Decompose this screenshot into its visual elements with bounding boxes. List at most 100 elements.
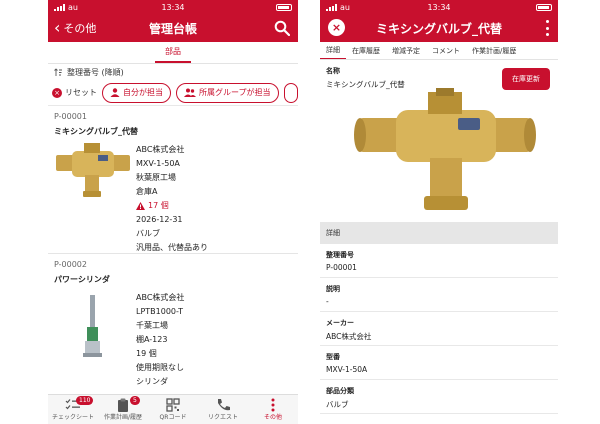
filter-chip-mine[interactable]: 自分が担当: [102, 82, 171, 103]
field-label: 説明: [326, 285, 340, 293]
tab-request[interactable]: リクエスト: [198, 395, 248, 424]
status-time: 13:34: [161, 2, 185, 12]
sort-control[interactable]: 整理番号 (降順): [48, 64, 298, 80]
field-label: 整理番号: [326, 251, 354, 259]
reset-label: リセット: [65, 88, 97, 97]
item-storage: 棚A-123: [136, 335, 168, 344]
tab-work-plan-history[interactable]: 作業計画/履歴: [466, 42, 522, 59]
chip-label: 自分が担当: [123, 88, 163, 97]
item-quantity: 17 個: [148, 201, 169, 210]
tab-badge: 5: [130, 396, 140, 405]
tab-label: チェックシート: [51, 414, 94, 421]
item-properties: ABC株式会社 MXV-1-50A 秋葉原工場 倉庫A 17 個 2026-12…: [136, 143, 208, 255]
field-label: メーカー: [326, 319, 354, 327]
item-properties: ABC株式会社 LPTB1000-T 千葉工場 棚A-123 19 個 使用期限…: [136, 291, 184, 389]
tab-planned-changes[interactable]: 増減予定: [386, 42, 426, 59]
valve-thumbnail: [54, 143, 136, 255]
chevron-left-icon: ‹: [54, 18, 61, 37]
item-model: LPTB1000-T: [136, 307, 184, 316]
battery-icon: [276, 4, 292, 11]
item-location: 千葉工場: [136, 321, 168, 330]
detail-field-model: 型番 MXV-1-50A: [320, 346, 558, 380]
more-vertical-icon: [271, 398, 275, 412]
tab-other[interactable]: その他: [248, 395, 298, 424]
field-label: 部品分類: [326, 387, 354, 395]
detail-field-number: 整理番号 P-00001: [320, 244, 558, 278]
phone-icon: [218, 399, 230, 411]
stock-update-button[interactable]: 在庫更新: [502, 68, 550, 90]
tab-badge: 110: [76, 396, 94, 405]
item-id: P-00001: [54, 112, 87, 121]
tab-work-plan[interactable]: 5 作業計画/履歴: [98, 395, 148, 424]
back-label: その他: [63, 22, 97, 35]
status-time: 13:34: [427, 2, 451, 12]
field-value: P-00001: [326, 263, 357, 272]
tab-qr-code[interactable]: QRコード: [148, 395, 198, 424]
tab-label: 作業計画/履歴: [103, 414, 143, 421]
item-note: 汎用品、代替品あり: [136, 243, 208, 252]
reset-button[interactable]: × リセット: [52, 87, 97, 98]
field-value: ABC株式会社: [326, 332, 372, 341]
chip-label: 所属グループが担当: [199, 88, 271, 97]
item-model: MXV-1-50A: [136, 159, 180, 168]
tab-checksheet[interactable]: 110 チェックシート: [48, 395, 98, 424]
detail-tabs: 詳細 在庫履歴 増減予定 コメント 作業計画/履歴: [320, 42, 558, 60]
status-bar: au 13:34: [320, 0, 558, 14]
tab-stock-history[interactable]: 在庫履歴: [346, 42, 386, 59]
nav-bar: ‹ その他 管理台帳: [48, 14, 298, 42]
name-block: 名称 ミキシングバルブ_代替 在庫更新: [320, 60, 558, 220]
tab-label: QRコード: [159, 414, 187, 421]
page-title: ミキシングバルブ_代替: [375, 21, 502, 36]
item-category: バルブ: [136, 229, 160, 238]
item-maker: ABC株式会社: [136, 145, 185, 154]
clipboard-icon: [118, 398, 128, 412]
item-storage: 倉庫A: [136, 187, 158, 196]
item-category: シリンダ: [136, 377, 168, 386]
group-icon: [184, 88, 196, 97]
tab-bar: 110 チェックシート 5 作業計画/履歴 QRコード リクエスト その他: [48, 394, 298, 424]
more-vertical-icon[interactable]: [544, 20, 550, 36]
item-quantity-warning: 17 個: [136, 199, 208, 213]
sort-label: 整理番号 (降順): [67, 67, 124, 77]
item-name: パワーシリンダ: [54, 275, 110, 284]
sort-icon: [54, 67, 62, 76]
nav-bar: × ミキシングバルブ_代替: [320, 14, 558, 42]
item-expiry: 2026-12-31: [136, 215, 183, 224]
tab-parts[interactable]: 部品: [155, 42, 191, 63]
item-expiry: 使用期限なし: [136, 363, 184, 372]
search-icon[interactable]: [274, 20, 290, 36]
item-maker: ABC株式会社: [136, 293, 185, 302]
tab-comments[interactable]: コメント: [426, 42, 466, 59]
qr-code-icon: [166, 398, 180, 412]
person-icon: [110, 88, 120, 97]
detail-field-description: 説明 -: [320, 278, 558, 312]
field-label: 型番: [326, 353, 340, 361]
item-location: 秋葉原工場: [136, 173, 176, 182]
field-value: -: [326, 297, 329, 306]
filter-chip-more[interactable]: [283, 82, 298, 103]
segment-control: 部品: [48, 42, 298, 64]
status-bar: au 13:34: [48, 0, 298, 14]
item-quantity: 19 個: [136, 349, 157, 358]
close-button[interactable]: ×: [328, 19, 345, 36]
filter-row: × リセット 自分が担当 所属グループが担当: [48, 80, 298, 106]
tab-details[interactable]: 詳細: [320, 42, 346, 59]
cylinder-thumbnail: [54, 291, 136, 389]
close-circle-icon: ×: [52, 87, 62, 98]
battery-icon: [536, 4, 552, 11]
warning-icon: [136, 202, 145, 210]
detail-field-category: 部品分類 バルブ: [320, 380, 558, 414]
item-id: P-00002: [54, 260, 87, 269]
field-value: バルブ: [326, 400, 349, 409]
filter-chip-group[interactable]: 所属グループが担当: [176, 82, 279, 103]
part-detail-screen: au 13:34 × ミキシングバルブ_代替 詳細 在庫履歴 増減予定 コメント…: [320, 0, 558, 424]
list-item[interactable]: P-00002 パワーシリンダ ABC株式会社 LPTB1000-T 千葉工場 …: [48, 254, 298, 386]
parts-list-screen: au 13:34 ‹ その他 管理台帳 部品 整理番号 (降順) × リセット: [48, 0, 298, 424]
section-header-details: 詳細: [320, 222, 558, 244]
tab-label: その他: [263, 414, 282, 421]
detail-field-maker: メーカー ABC株式会社: [320, 312, 558, 346]
field-value: MXV-1-50A: [326, 365, 368, 374]
list-item[interactable]: P-00001 ミキシングバルブ_代替 ABC株式会社 MXV-1-50A 秋葉…: [48, 106, 298, 254]
back-button[interactable]: ‹ その他: [48, 20, 96, 36]
tab-label: リクエスト: [207, 414, 238, 421]
